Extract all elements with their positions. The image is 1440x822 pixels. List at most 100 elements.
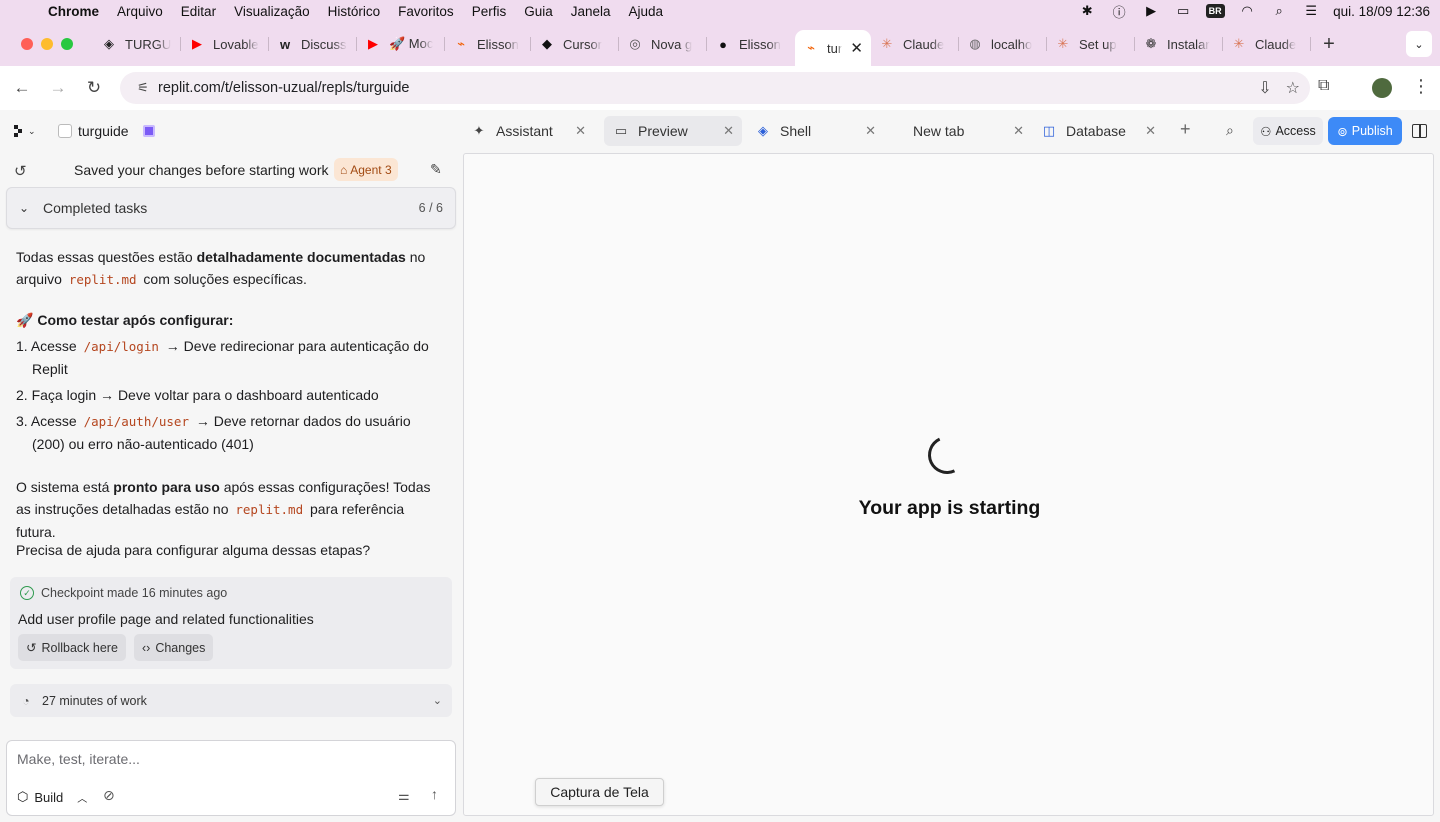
close-tab-assistant-icon[interactable]: ✕ <box>575 123 586 139</box>
checkpoint-meta: ✓ Checkpoint made 16 minutes ago <box>20 586 227 600</box>
claude-icon: ✳ <box>881 36 893 51</box>
tab-preview-label: Preview <box>638 123 688 139</box>
new-chat-icon[interactable]: ✎ <box>430 161 442 178</box>
browser-tab[interactable]: w Discuss <box>269 28 357 60</box>
install-app-icon[interactable]: ⇩ <box>1258 78 1271 98</box>
logo-chevron-down-icon: ⌄ <box>28 125 36 136</box>
work-summary-toggle[interactable]: ◔ 27 minutes of work ⌄ <box>10 684 452 717</box>
browser-tab[interactable]: ▶ Lovable <box>181 28 269 60</box>
spotlight-search-icon[interactable]: ⌕ <box>1263 3 1295 19</box>
browser-tab[interactable]: ✳ Claude <box>871 28 959 60</box>
browser-tab[interactable]: ❁ Instalar <box>1135 28 1223 60</box>
close-tab-shell-icon[interactable]: ✕ <box>865 123 876 139</box>
url-text[interactable]: replit.com/t/elisson-uzual/repls/turguid… <box>158 80 409 96</box>
browser-tab[interactable]: ◆ Cursor <box>531 28 619 60</box>
menu-clock[interactable]: qui. 18/09 12:36 <box>1327 4 1430 19</box>
search-icon[interactable]: ⌕ <box>1226 122 1234 139</box>
discuss-icon: w <box>279 36 291 52</box>
browser-tab-strip: ◈ TURGU ▶ Lovable w Discuss ▶ 🚀 Moc ⌁ Elisson ◆ Cur… <box>0 22 1440 66</box>
completed-tasks-toggle[interactable]: ⌄ Completed tasks 6 / 6 <box>6 187 456 229</box>
preview-pane: Your app is starting <box>463 153 1434 816</box>
now-playing-icon[interactable]: ▶ <box>1135 3 1167 19</box>
menu-item-janela[interactable]: Janela <box>562 4 620 19</box>
chat-composer[interactable]: Make, test, iterate... ⬡ Build ︿ ⊘ ⚌ ↑ <box>6 740 456 816</box>
profile-avatar[interactable] <box>1372 78 1392 98</box>
text: Faça login → Deve voltar para o dashboar… <box>31 387 379 403</box>
menu-item-guia[interactable]: Guia <box>515 4 562 19</box>
text: O sistema está <box>16 479 114 495</box>
repl-name[interactable]: turguide <box>78 123 129 139</box>
address-bar[interactable]: ⚟ replit.com/t/elisson-uzual/repls/turgu… <box>120 72 1310 104</box>
close-tab-icon[interactable]: ✕ <box>850 39 863 57</box>
browser-tab[interactable]: ⌁ Elisson <box>445 28 531 60</box>
minimize-window-button[interactable] <box>41 38 53 50</box>
forward-icon[interactable]: → <box>40 78 76 98</box>
replit-icon: ⌁ <box>807 40 815 55</box>
menu-item-favoritos[interactable]: Favoritos <box>389 4 463 19</box>
browser-tab[interactable]: ⌁ turg ✕ <box>795 30 871 66</box>
menu-item-historico[interactable]: Histórico <box>319 4 390 19</box>
menu-item-visualizacao[interactable]: Visualização <box>225 4 319 19</box>
attach-icon[interactable]: ⊘ <box>103 787 115 804</box>
send-icon[interactable]: ↑ <box>431 786 438 802</box>
browser-tab[interactable]: ◎ Nova g <box>619 28 707 60</box>
wifi-icon[interactable]: ◠ <box>1231 3 1263 19</box>
browser-tab[interactable]: ◈ TURGU <box>93 28 181 60</box>
reload-icon[interactable]: ↻ <box>76 78 112 98</box>
agent-panel: ↺ Saved your changes before starting wor… <box>0 152 462 822</box>
site-info-icon[interactable]: ⚟ <box>128 80 158 96</box>
browser-tab-title: Nova g <box>651 36 693 52</box>
new-tab-button[interactable]: + <box>1311 33 1347 56</box>
bluetooth-off-icon[interactable]: ✱ <box>1071 3 1103 19</box>
close-window-button[interactable] <box>21 38 33 50</box>
close-tab-new-icon[interactable]: ✕ <box>1013 123 1024 139</box>
menu-app-name[interactable]: Chrome <box>42 4 108 19</box>
close-tab-database-icon[interactable]: ✕ <box>1145 123 1156 139</box>
browser-tab-title: Claude <box>903 36 945 52</box>
claude-icon: ✳ <box>1057 36 1069 51</box>
repl-name-area[interactable]: turguide <box>58 123 155 139</box>
browser-tab[interactable]: ● Elisson <box>707 28 795 60</box>
browser-tab[interactable]: ✳ Set up <box>1047 28 1135 60</box>
browser-tab[interactable]: ◍ localho <box>959 28 1047 60</box>
chrome-menu-icon[interactable]: ⋮ <box>1412 76 1430 97</box>
zoom-window-button[interactable] <box>61 38 73 50</box>
toggle-layout-icon[interactable] <box>1412 124 1427 138</box>
extensions-icon[interactable]: ⧉ <box>1318 77 1329 95</box>
bookmark-star-icon[interactable]: ☆ <box>1286 78 1300 98</box>
tab-search-button[interactable]: ⌄ <box>1406 31 1432 57</box>
add-tab-icon[interactable]: + <box>1180 119 1191 140</box>
mode-select[interactable]: ⬡ Build ︿ <box>17 786 87 808</box>
browser-tab-title: Elisson <box>739 36 781 52</box>
composer-placeholder[interactable]: Make, test, iterate... <box>17 751 140 767</box>
browser-tab[interactable]: ✳ Claude <box>1223 28 1311 60</box>
battery-icon[interactable]: ▭ <box>1167 3 1199 19</box>
control-center-icon[interactable]: ☰ <box>1295 3 1327 19</box>
browser-tab[interactable]: ▶ 🚀 Moc <box>357 28 445 60</box>
settings-sliders-icon[interactable]: ⚌ <box>398 788 410 804</box>
cursor-icon: ◆ <box>542 36 552 51</box>
menu-item-ajuda[interactable]: Ajuda <box>620 4 673 19</box>
back-icon[interactable]: ← <box>4 78 40 98</box>
menu-item-perfis[interactable]: Perfis <box>463 4 516 19</box>
keyboard-input-icon[interactable]: BR <box>1199 4 1231 18</box>
menu-item-arquivo[interactable]: Arquivo <box>108 4 172 19</box>
work-time-label: 27 minutes of work <box>42 693 147 708</box>
publish-button[interactable]: ⊚ Publish <box>1328 117 1402 145</box>
rollback-button[interactable]: ↺ Rollback here <box>18 634 126 661</box>
changes-button[interactable]: ‹› Changes <box>134 634 214 661</box>
history-icon[interactable]: ↺ <box>14 162 27 180</box>
tab-preview[interactable]: ▭ Preview ✕ <box>604 116 742 146</box>
tab-assistant[interactable]: ✦ Assistant ✕ <box>462 116 594 146</box>
tab-database[interactable]: ◫ Database ✕ <box>1032 116 1164 146</box>
browser-tab-title: Lovable <box>213 36 259 52</box>
text: com soluções específicas. <box>139 271 307 287</box>
close-tab-preview-icon[interactable]: ✕ <box>723 123 734 139</box>
agent-version-badge[interactable]: ⌂ Agent 3 <box>334 158 398 181</box>
replit-logo-icon[interactable]: ⌄ <box>14 122 42 140</box>
tab-new[interactable]: New tab ✕ <box>888 116 1032 146</box>
tab-shell[interactable]: ◈ Shell ✕ <box>746 116 884 146</box>
accessibility-icon[interactable]: ⓘ <box>1103 2 1135 21</box>
menu-item-editar[interactable]: Editar <box>172 4 225 19</box>
access-button[interactable]: ⚇ Access <box>1253 117 1323 145</box>
